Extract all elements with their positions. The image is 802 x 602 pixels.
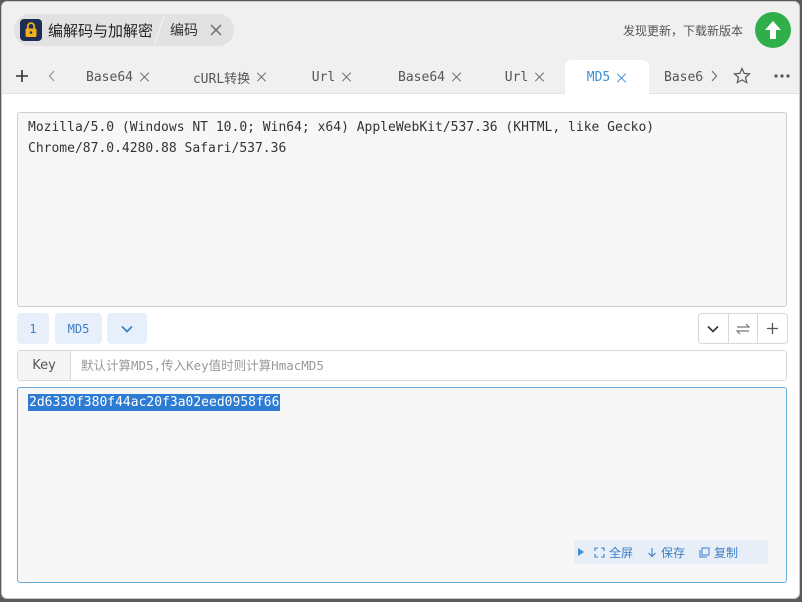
- close-icon[interactable]: [452, 72, 462, 82]
- input-textarea[interactable]: Mozilla/5.0 (Windows NT 10.0; Win64; x64…: [17, 112, 787, 307]
- close-icon[interactable]: [257, 72, 267, 82]
- download-icon: [648, 547, 656, 557]
- plus-icon: [767, 323, 779, 334]
- close-icon[interactable]: [342, 72, 352, 82]
- tab-bar: Base64 cURL转换 Url Base64 Url MD5 Base64: [2, 60, 799, 95]
- download-update-button[interactable]: [755, 12, 791, 48]
- close-icon[interactable]: [208, 22, 224, 38]
- app-title[interactable]: 编解码与加解密: [48, 20, 153, 41]
- tab-base64[interactable]: Base64: [374, 60, 486, 94]
- count-badge[interactable]: 1: [17, 313, 49, 344]
- tab-url[interactable]: Url: [292, 60, 372, 94]
- close-icon[interactable]: [617, 73, 627, 83]
- copy-label: 复制: [714, 545, 739, 560]
- tab-base64[interactable]: Base64: [664, 60, 704, 94]
- fullscreen-button[interactable]: 全屏: [594, 544, 633, 561]
- add-button[interactable]: [758, 314, 787, 343]
- key-input[interactable]: [71, 351, 786, 380]
- chevron-down-icon: [121, 325, 133, 333]
- key-label: Key: [18, 351, 71, 380]
- copy-icon: [699, 547, 710, 557]
- swap-icon: [736, 323, 750, 334]
- md5-result[interactable]: 2d6330f380f44ac20f3a02eed0958f66: [28, 394, 281, 411]
- fullscreen-icon: [594, 546, 605, 558]
- tab-label: MD5: [586, 70, 611, 85]
- chevron-down-icon: [707, 325, 719, 333]
- output-textarea[interactable]: 2d6330f380f44ac20f3a02eed0958f66 全屏 保存 复…: [17, 387, 787, 583]
- swap-button[interactable]: [729, 314, 759, 343]
- close-icon[interactable]: [140, 72, 150, 82]
- save-button[interactable]: 保存: [647, 544, 685, 561]
- tab-label: Base64: [398, 69, 445, 85]
- star-icon[interactable]: [732, 66, 752, 86]
- algorithm-button[interactable]: MD5: [55, 313, 102, 344]
- chevron-right-icon[interactable]: [704, 66, 724, 86]
- output-actions: 全屏 保存 复制: [574, 540, 768, 564]
- tab-url[interactable]: Url: [488, 60, 562, 94]
- add-tab-icon[interactable]: [12, 66, 32, 86]
- tab-curl[interactable]: cURL转换: [170, 60, 290, 94]
- close-icon[interactable]: [535, 72, 545, 82]
- arrow-up-icon: [765, 21, 781, 39]
- collapse-button[interactable]: [699, 314, 729, 343]
- algorithm-dropdown-button[interactable]: [107, 313, 147, 344]
- breadcrumb: 编解码与加解密 编码: [14, 14, 235, 46]
- more-icon[interactable]: [772, 66, 792, 86]
- fullscreen-label: 全屏: [609, 545, 634, 560]
- page-title[interactable]: 编码: [170, 20, 198, 40]
- app-window: 编解码与加解密 编码 发现更新，下载新版本 Base64 cURL转换 Url …: [1, 1, 800, 599]
- breadcrumb-separator: [154, 15, 165, 45]
- tab-label: Url: [504, 69, 529, 85]
- update-notice[interactable]: 发现更新，下载新版本: [623, 22, 743, 39]
- save-label: 保存: [661, 545, 686, 560]
- title-bar: 编解码与加解密 编码 发现更新，下载新版本: [2, 2, 799, 60]
- tab-label: Base64: [86, 69, 133, 85]
- tab-md5[interactable]: MD5: [565, 60, 649, 95]
- right-toolbar: [698, 313, 788, 344]
- key-row: Key: [17, 350, 787, 381]
- tab-label: Url: [311, 69, 336, 85]
- expand-icon[interactable]: [578, 548, 584, 556]
- lock-icon: [20, 19, 42, 41]
- copy-button[interactable]: 复制: [699, 544, 738, 561]
- chevron-left-icon[interactable]: [42, 66, 62, 86]
- tab-label: cURL转换: [192, 71, 251, 87]
- tab-label: Base64: [664, 69, 704, 85]
- tab-base64[interactable]: Base64: [68, 60, 168, 94]
